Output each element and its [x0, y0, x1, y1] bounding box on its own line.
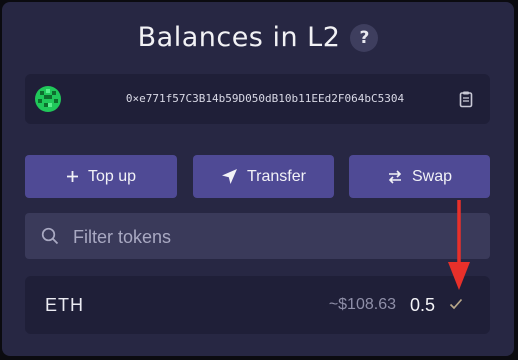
swap-button[interactable]: Swap: [349, 155, 490, 198]
check-icon[interactable]: [449, 298, 463, 310]
annotation-arrow-icon: [448, 200, 470, 290]
balances-panel: Balances in L2 ? 0×e771f57C3B14b59D050dB…: [2, 2, 514, 356]
token-symbol: ETH: [45, 295, 84, 315]
top-up-label: Top up: [87, 167, 137, 185]
account-avatar-icon: [35, 86, 61, 112]
clipboard-icon[interactable]: [457, 90, 475, 108]
account-address: 0×e771f57C3B14b59D050dB10b11EEd2F064bC53…: [125, 92, 405, 105]
swap-label: Swap: [411, 167, 453, 185]
help-icon[interactable]: ?: [350, 23, 379, 52]
token-row-eth[interactable]: ETH ~$108.63 0.5: [25, 276, 490, 334]
account-address-box: 0×e771f57C3B14b59D050dB10b11EEd2F064bC53…: [25, 74, 490, 124]
transfer-button[interactable]: Transfer: [193, 155, 334, 198]
token-amount: 0.5: [409, 295, 435, 315]
send-icon: [221, 168, 238, 185]
swap-arrows-icon: [387, 169, 403, 185]
token-usd-value: ~$108.63: [328, 296, 396, 313]
search-icon: [41, 227, 59, 245]
transfer-label: Transfer: [247, 167, 306, 185]
filter-tokens-box: [25, 213, 490, 261]
top-up-button[interactable]: Top up: [25, 155, 177, 198]
plus-icon: [66, 170, 79, 183]
header: Balances in L2 ?: [2, 22, 514, 53]
page-title: Balances in L2: [137, 22, 341, 53]
filter-tokens-input[interactable]: [71, 213, 475, 261]
